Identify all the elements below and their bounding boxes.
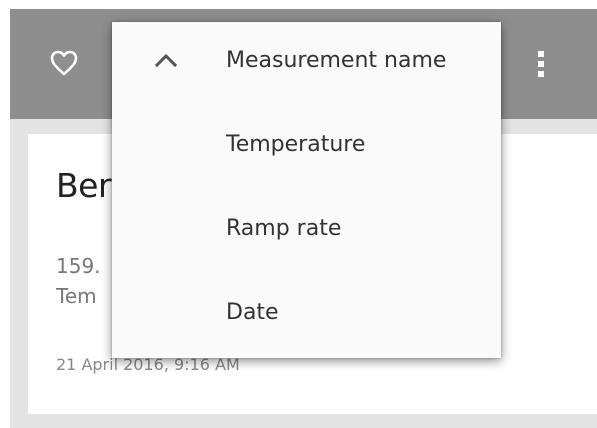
chevron-up-icon (154, 52, 178, 68)
more-vert-icon (538, 51, 544, 77)
menu-item-label: Ramp rate (226, 216, 342, 241)
menu-item-date[interactable]: Date (112, 274, 501, 358)
sort-menu: Measurement name Temperature Ramp rate D… (112, 22, 501, 358)
overflow-menu-button[interactable] (536, 48, 546, 80)
heart-outline-icon (50, 50, 78, 76)
card-detail-line: Tem (56, 284, 97, 308)
card-title: Ber (56, 166, 112, 205)
menu-item-label: Date (226, 300, 279, 325)
menu-item-measurement-name[interactable]: Measurement name (112, 22, 501, 106)
favorite-button[interactable] (50, 50, 78, 76)
menu-item-label: Measurement name (226, 48, 447, 73)
menu-item-ramp-rate[interactable]: Ramp rate (112, 190, 501, 274)
menu-item-temperature[interactable]: Temperature (112, 106, 501, 190)
menu-item-label: Temperature (226, 132, 366, 157)
card-value-line: 159. (56, 254, 101, 278)
